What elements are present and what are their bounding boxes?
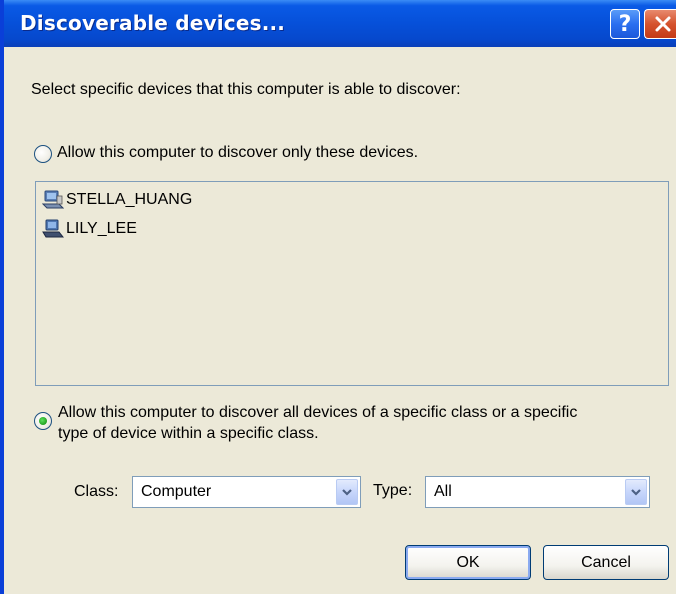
device-name: LILY_LEE <box>66 220 137 237</box>
type-dropdown[interactable]: All <box>425 476 650 508</box>
ok-button[interactable]: OK <box>405 545 531 580</box>
chevron-down-icon <box>631 489 641 496</box>
help-button[interactable]: ? <box>610 9 640 39</box>
list-item[interactable]: STELLA_HUANG <box>42 189 192 211</box>
cancel-button[interactable]: Cancel <box>543 545 669 580</box>
list-item[interactable]: LILY_LEE <box>42 218 137 240</box>
close-button[interactable] <box>644 9 676 39</box>
class-dropdown-arrow[interactable] <box>336 479 358 505</box>
help-icon: ? <box>618 11 632 37</box>
radio-device-class[interactable] <box>34 412 52 430</box>
device-list[interactable]: STELLA_HUANG LILY_LEE <box>35 181 669 386</box>
radio-device-class-label-line2[interactable]: type of device within a specific class. <box>58 425 319 443</box>
window-title: Discoverable devices... <box>20 11 286 35</box>
class-dropdown-value: Computer <box>141 483 212 500</box>
type-label: Type: <box>373 482 413 499</box>
chevron-down-icon <box>342 489 352 496</box>
computer-icon <box>42 190 64 209</box>
close-icon <box>655 16 670 32</box>
class-dropdown[interactable]: Computer <box>132 476 361 508</box>
radio-selected-dot <box>39 417 47 425</box>
type-dropdown-arrow[interactable] <box>625 479 647 505</box>
radio-specific-devices-label[interactable]: Allow this computer to discover only the… <box>57 144 418 162</box>
radio-device-class-label-line1[interactable]: Allow this computer to discover all devi… <box>58 404 577 422</box>
radio-specific-devices[interactable] <box>34 145 52 163</box>
device-name: STELLA_HUANG <box>66 191 193 208</box>
type-dropdown-value: All <box>434 483 452 500</box>
class-label: Class: <box>74 483 119 500</box>
dialog-window: Discoverable devices... ? Select specifi… <box>0 0 676 594</box>
instruction-text: Select specific devices that this comput… <box>31 81 461 98</box>
laptop-icon <box>42 219 64 238</box>
title-bar[interactable]: Discoverable devices... ? <box>4 0 676 47</box>
